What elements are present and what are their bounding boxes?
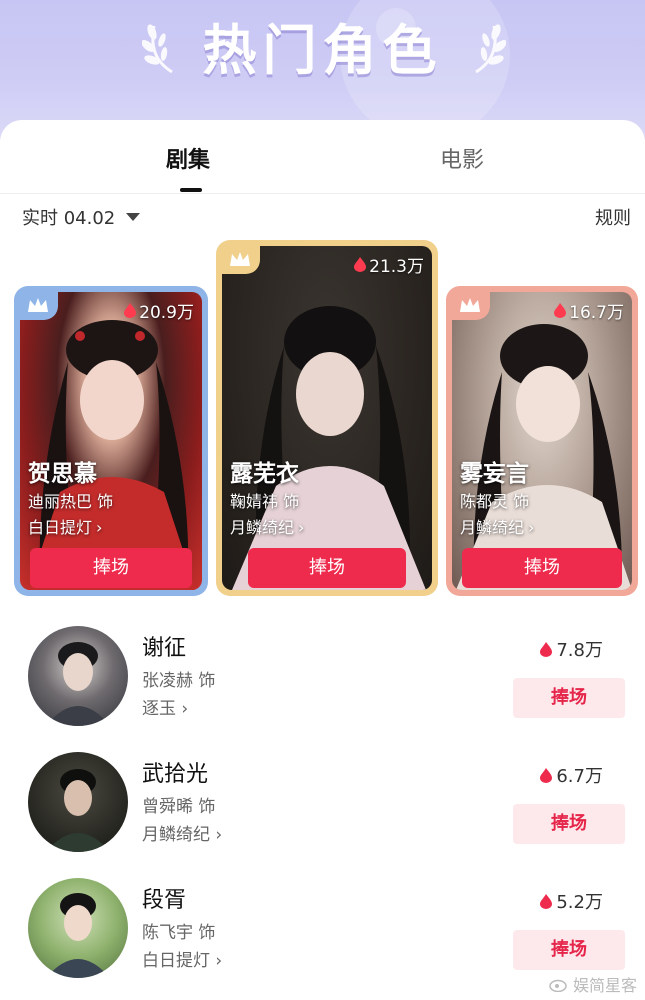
show-title: 月鳞绮纪	[460, 518, 525, 537]
actor-name: 张凌赫 饰	[142, 671, 216, 691]
actor-name: 陈都灵 饰	[460, 492, 530, 511]
watermark-text: 娱简星客	[572, 976, 637, 995]
top-card-rank-1[interactable]: 21.3万 露芜衣 鞠婧祎 饰 月鳞绮纪 › 捧场	[216, 240, 438, 596]
crown-icon	[28, 298, 48, 312]
support-button[interactable]: 捧场	[513, 930, 625, 970]
show-link[interactable]: 逐玉 ›	[142, 694, 188, 719]
support-button[interactable]: 捧场	[513, 804, 625, 844]
chevron-right-icon: ›	[215, 951, 223, 971]
flame-icon	[554, 303, 567, 318]
heat-text: 7.8万	[556, 640, 603, 661]
character-name: 段胥	[142, 888, 187, 913]
character-name: 雾妄言	[460, 461, 529, 487]
actor-name: 鞠婧祎 饰	[230, 492, 300, 511]
actor-name: 迪丽热巴 饰	[28, 492, 114, 511]
flame-icon	[540, 893, 553, 909]
caret-down-icon[interactable]	[126, 213, 140, 221]
heat-text: 21.3万	[369, 257, 424, 277]
tab-series[interactable]: 剧集	[166, 142, 210, 174]
flame-icon	[354, 257, 367, 272]
show-link[interactable]: 白日提灯 ›	[28, 514, 102, 538]
heat-value: 6.7万	[540, 762, 603, 788]
heat-text: 6.7万	[556, 766, 603, 787]
active-tab-indicator	[180, 188, 202, 192]
actor-name: 陈飞宇 饰	[142, 923, 216, 943]
heat-value: 20.9万	[124, 298, 194, 323]
character-photo	[452, 292, 632, 590]
show-link[interactable]: 月鳞绮纪 ›	[230, 514, 304, 538]
tab-divider	[0, 193, 645, 194]
heat-value: 5.2万	[540, 888, 603, 914]
show-title: 白日提灯	[142, 951, 210, 971]
list-item[interactable]: 谢征 张凌赫 饰 逐玉 › 7.8万 捧场	[0, 626, 645, 746]
support-button[interactable]: 捧场	[513, 678, 625, 718]
show-link[interactable]: 月鳞绮纪 ›	[460, 514, 534, 538]
watermark: 娱简星客	[549, 972, 637, 996]
laurel-right-icon	[475, 24, 506, 74]
chevron-right-icon: ›	[298, 518, 305, 537]
tab-movie[interactable]: 电影	[440, 142, 484, 174]
avatar	[28, 626, 128, 726]
actor-name: 曾舜晞 饰	[142, 797, 216, 817]
chevron-right-icon: ›	[215, 825, 223, 845]
character-name: 贺思慕	[28, 461, 97, 487]
avatar-portrait	[46, 769, 110, 852]
rules-link[interactable]: 规则	[595, 204, 631, 230]
show-link[interactable]: 月鳞绮纪 ›	[142, 820, 222, 845]
character-name: 谢征	[142, 636, 187, 661]
rank-badge	[450, 290, 490, 320]
show-title: 月鳞绮纪	[142, 825, 210, 845]
avatar-portrait	[46, 642, 110, 726]
avatar	[28, 878, 128, 978]
rank-badge	[220, 244, 260, 274]
show-title: 月鳞绮纪	[230, 518, 295, 537]
character-name: 露芜衣	[230, 461, 299, 487]
heat-text: 16.7万	[569, 303, 624, 323]
top-card-rank-2[interactable]: 20.9万 贺思慕 迪丽热巴 饰 白日提灯 › 捧场	[14, 286, 208, 596]
avatar	[28, 752, 128, 852]
header-banner: 热门角色	[0, 0, 645, 140]
heat-value: 21.3万	[354, 252, 424, 277]
character-name: 武拾光	[142, 762, 209, 787]
crown-icon	[230, 252, 250, 266]
rank-badge	[18, 290, 58, 320]
chevron-right-icon: ›	[96, 518, 103, 537]
heat-text: 5.2万	[556, 892, 603, 913]
flame-icon	[540, 641, 553, 657]
portrait-illustration	[456, 324, 632, 590]
portrait-illustration	[28, 320, 196, 590]
support-button[interactable]: 捧场	[30, 548, 192, 588]
top-card-rank-3[interactable]: 16.7万 雾妄言 陈都灵 饰 月鳞绮纪 › 捧场	[446, 286, 638, 596]
list-item[interactable]: 武拾光 曾舜晞 饰 月鳞绮纪 › 6.7万 捧场	[0, 752, 645, 872]
chevron-right-icon: ›	[528, 518, 535, 537]
flame-icon	[540, 767, 553, 783]
heat-value: 7.8万	[540, 636, 603, 662]
character-photo	[222, 246, 432, 590]
support-button[interactable]: 捧场	[248, 548, 406, 588]
weibo-logo-icon	[549, 979, 567, 992]
portrait-illustration	[232, 306, 426, 590]
content-panel: 剧集 电影 实时 04.02 规则 20.9万 贺思慕 迪丽热巴 饰 白日提灯 ›…	[0, 120, 645, 1000]
flame-icon	[124, 303, 137, 318]
support-button[interactable]: 捧场	[462, 548, 622, 588]
character-photo	[20, 292, 202, 590]
heat-value: 16.7万	[554, 298, 624, 323]
show-title: 白日提灯	[28, 518, 93, 537]
chevron-right-icon: ›	[181, 699, 189, 719]
date-dropdown[interactable]: 实时 04.02	[22, 204, 115, 230]
crown-icon	[460, 298, 480, 312]
show-link[interactable]: 白日提灯 ›	[142, 946, 222, 971]
heat-text: 20.9万	[139, 303, 194, 323]
show-title: 逐玉	[142, 699, 176, 719]
avatar-portrait	[46, 893, 110, 978]
page-title: 热门角色	[202, 19, 443, 82]
